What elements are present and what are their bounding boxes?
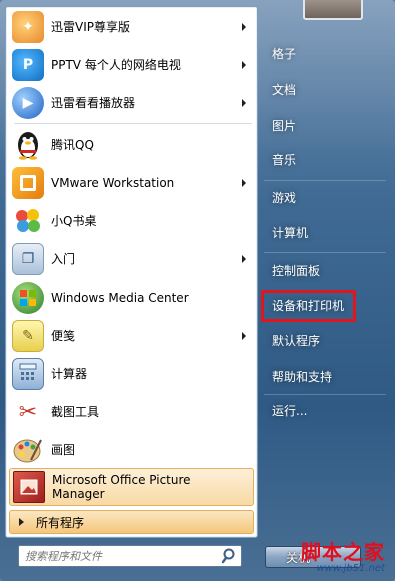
submenu-arrow-icon — [242, 23, 246, 31]
program-item-qq[interactable]: 腾讯QQ — [9, 127, 254, 163]
picture-manager-icon — [13, 471, 45, 503]
right-item-music[interactable]: 音乐 — [264, 145, 386, 173]
watermark: 脚本之家 www.jb51.net — [301, 536, 385, 574]
getting-started-icon: ❐ — [12, 243, 44, 275]
submenu-arrow-icon — [242, 255, 246, 263]
all-programs-label: 所有程序 — [36, 515, 85, 530]
program-label: VMware Workstation — [51, 176, 175, 190]
program-label: PPTV 每个人的网络电视 — [51, 58, 181, 72]
program-item-calculator[interactable]: 计算器 — [9, 356, 254, 392]
right-item-label: 音乐 — [272, 152, 297, 167]
highlight-box — [261, 290, 356, 322]
vmware-icon — [12, 167, 44, 199]
q-desk-icon — [12, 205, 44, 237]
calculator-icon — [12, 358, 44, 390]
right-item-help-support[interactable]: 帮助和支持 — [264, 362, 386, 390]
xunlei-vip-icon: ✦ — [12, 11, 44, 43]
right-item-label: 控制面板 — [272, 263, 321, 278]
all-programs-button[interactable]: 所有程序 — [9, 510, 254, 534]
program-item-q-desk[interactable]: 小Q书桌 — [9, 203, 254, 239]
program-label: 截图工具 — [51, 405, 100, 419]
program-item-picture-manager[interactable]: Microsoft Office Picture Manager — [9, 468, 254, 506]
program-item-xunlei-kankan[interactable]: ▶ 迅雷看看播放器 — [9, 85, 254, 121]
right-separator — [264, 394, 386, 395]
program-label: 计算器 — [51, 367, 88, 381]
qq-penguin-icon — [12, 129, 44, 161]
program-item-vmware[interactable]: VMware Workstation — [9, 165, 254, 201]
right-item-label: 帮助和支持 — [272, 369, 333, 384]
submenu-arrow-icon — [242, 61, 246, 69]
program-label: 便笺 — [51, 329, 76, 343]
program-item-windows-media-center[interactable]: Windows Media Center — [9, 280, 254, 316]
right-item-label: 计算机 — [272, 225, 309, 240]
xunlei-kankan-icon: ▶ — [12, 87, 44, 119]
program-item-xunlei-vip[interactable]: ✦ 迅雷VIP尊享版 — [9, 9, 254, 45]
submenu-arrow-icon — [242, 332, 246, 340]
program-label: 入门 — [51, 252, 76, 266]
program-label: 迅雷看看播放器 — [51, 96, 136, 110]
right-item-label: 格子 — [272, 46, 297, 61]
right-item-pictures[interactable]: 图片 — [264, 111, 386, 139]
right-item-documents[interactable]: 文档 — [264, 75, 386, 103]
right-item-label: 默认程序 — [272, 333, 321, 348]
programs-panel: ✦ 迅雷VIP尊享版 P PPTV 每个人的网络电视 ▶ 迅雷看看播放器 腾讯Q… — [5, 6, 258, 538]
right-separator — [264, 252, 386, 253]
program-label: Microsoft Office Picture Manager — [52, 473, 191, 501]
program-label: 小Q书桌 — [51, 214, 97, 228]
right-item-control-panel[interactable]: 控制面板 — [264, 256, 386, 284]
program-item-snipping-tool[interactable]: ✂ 截图工具 — [9, 394, 254, 430]
program-item-sticky-notes[interactable]: ✎ 便笺 — [9, 318, 254, 354]
submenu-arrow-icon — [242, 99, 246, 107]
start-menu: ✦ 迅雷VIP尊享版 P PPTV 每个人的网络电视 ▶ 迅雷看看播放器 腾讯Q… — [0, 0, 395, 581]
right-triangle-icon — [19, 518, 24, 526]
program-item-pptv[interactable]: P PPTV 每个人的网络电视 — [9, 47, 254, 83]
program-item-paint[interactable]: 画图 — [9, 432, 254, 468]
windows-media-center-icon — [12, 282, 44, 314]
separator — [14, 123, 252, 124]
submenu-arrow-icon — [242, 179, 246, 187]
program-label: 迅雷VIP尊享版 — [51, 20, 130, 34]
search-box[interactable] — [18, 545, 242, 567]
right-item-games[interactable]: 游戏 — [264, 183, 386, 211]
search-input[interactable] — [25, 547, 221, 565]
right-item-default-programs[interactable]: 默认程序 — [264, 326, 386, 354]
right-item-label: 运行... — [272, 403, 308, 418]
right-item-run[interactable]: 运行... — [264, 396, 386, 424]
right-item-computer[interactable]: 计算机 — [264, 218, 386, 246]
snipping-tool-icon: ✂ — [18, 399, 38, 425]
program-label: 腾讯QQ — [51, 138, 94, 152]
user-picture[interactable] — [303, 0, 363, 20]
right-item-label: 文档 — [272, 82, 297, 97]
program-item-getting-started[interactable]: ❐ 入门 — [9, 241, 254, 277]
right-item-username[interactable]: 格子 — [264, 39, 386, 67]
paint-icon — [12, 434, 44, 466]
search-icon[interactable] — [221, 547, 241, 565]
pptv-icon: P — [12, 49, 44, 81]
right-item-label: 图片 — [272, 118, 297, 133]
sticky-notes-icon: ✎ — [12, 320, 44, 352]
watermark-title: 脚本之家 — [301, 540, 385, 564]
right-separator — [264, 180, 386, 181]
program-label: Windows Media Center — [51, 291, 189, 305]
program-label: 画图 — [51, 443, 76, 457]
right-item-label: 游戏 — [272, 190, 297, 205]
